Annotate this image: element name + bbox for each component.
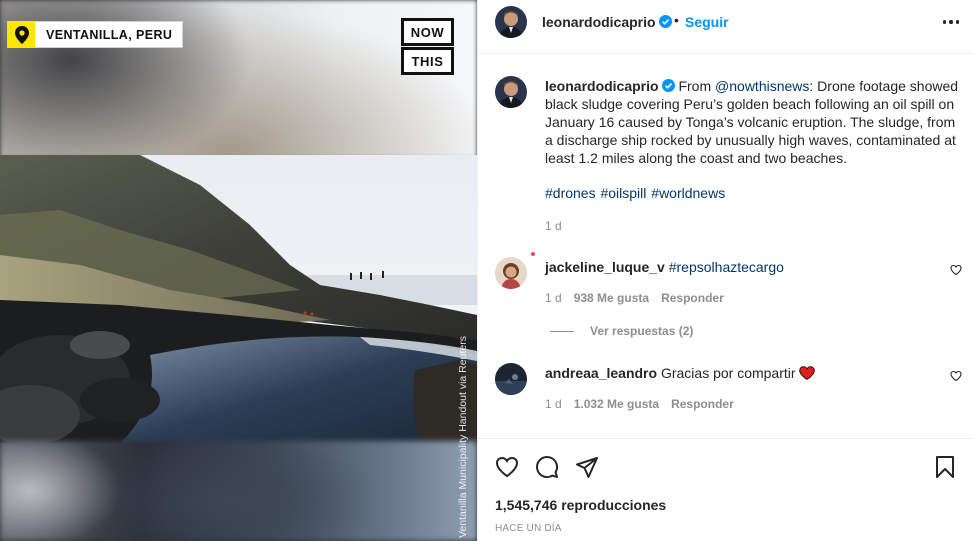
comment-text: Gracias por compartir xyxy=(660,365,796,381)
commenter-avatar[interactable] xyxy=(495,257,527,289)
author-username[interactable]: leonardodicaprio xyxy=(542,14,672,30)
caption-username[interactable]: leonardodicaprio xyxy=(545,78,659,94)
post-header: leonardodicaprio • Seguir xyxy=(478,0,973,54)
comment-likes[interactable]: 1.032 Me gusta xyxy=(574,397,659,411)
header-separator: • xyxy=(674,12,679,28)
views-label: reproducciones xyxy=(561,497,667,513)
video-blurred-fill-bottom xyxy=(0,441,477,541)
commenter-username[interactable]: andreaa_leandro xyxy=(545,365,657,381)
view-replies-label[interactable]: Ver respuestas (2) xyxy=(590,324,693,338)
comment-body: jackeline_luque_v #repsolhaztecargo xyxy=(545,259,784,275)
caption-text-prefix: From xyxy=(678,78,716,94)
nowthis-logo-line2: THIS xyxy=(401,47,454,75)
comment-like-heart-icon[interactable] xyxy=(950,264,962,276)
location-badge: VENTANILLA, PERU xyxy=(7,21,184,48)
red-heart-emoji xyxy=(799,366,816,380)
comment-like-heart-icon[interactable] xyxy=(950,370,962,382)
location-label: VENTANILLA, PERU xyxy=(46,27,173,42)
comment-hashtag-link[interactable]: #repsolhaztecargo xyxy=(669,259,784,275)
nowthis-logo: NOW THIS xyxy=(401,18,454,75)
follow-button[interactable]: Seguir xyxy=(685,14,729,30)
verified-badge-icon xyxy=(658,15,672,28)
caption-timestamp[interactable]: 1 d xyxy=(545,219,562,233)
comment-body: andreaa_leandro Gracias por compartir xyxy=(545,365,816,381)
commenter-avatar[interactable] xyxy=(495,363,527,395)
post-caption: leonardodicaprio From @nowthisnews: Dron… xyxy=(545,77,963,167)
share-paper-plane-icon[interactable] xyxy=(575,455,599,479)
comment-meta: 1 d 1.032 Me gusta Responder xyxy=(545,397,734,411)
comment-bubble-icon[interactable] xyxy=(535,455,559,479)
nowthis-logo-line1: NOW xyxy=(401,18,454,46)
save-bookmark-icon[interactable] xyxy=(933,455,957,479)
comment-reply-button[interactable]: Responder xyxy=(671,397,734,411)
video-credit: Ventanilla Municipality Handout via Reut… xyxy=(457,336,469,538)
comment-likes[interactable]: 938 Me gusta xyxy=(574,291,649,305)
post-viewer: VENTANILLA, PERU NOW THIS Ventanilla Mun… xyxy=(0,0,973,541)
comment-reply-button[interactable]: Responder xyxy=(661,291,724,305)
replies-divider-line xyxy=(550,330,574,332)
comment-timestamp[interactable]: 1 d xyxy=(545,397,562,411)
post-side-panel: leonardodicaprio • Seguir leonardodicapr… xyxy=(477,0,973,541)
comment-timestamp[interactable]: 1 d xyxy=(545,291,562,305)
drone-beach-scene xyxy=(0,155,477,443)
caption-hashtags[interactable]: #drones #oilspill #worldnews xyxy=(545,185,725,201)
view-replies-button[interactable]: Ver respuestas (2) xyxy=(550,324,693,338)
video-frame[interactable] xyxy=(0,155,477,443)
views-count: 1,545,746 reproducciones xyxy=(495,497,666,513)
views-number: 1,545,746 xyxy=(495,497,558,513)
story-ring-dot xyxy=(531,252,535,256)
commenter-username[interactable]: jackeline_luque_v xyxy=(545,259,665,275)
caption-mention-link[interactable]: @nowthisnews xyxy=(715,78,809,94)
like-heart-icon[interactable] xyxy=(495,455,519,479)
author-avatar[interactable] xyxy=(495,6,527,38)
location-pin-icon xyxy=(8,21,35,48)
verified-badge-icon xyxy=(661,79,675,92)
post-actions-bar: 1,545,746 reproducciones HACE UN DÍA xyxy=(478,438,973,541)
caption-author-avatar[interactable] xyxy=(495,76,527,108)
post-timestamp[interactable]: HACE UN DÍA xyxy=(495,523,562,534)
comment-meta: 1 d 938 Me gusta Responder xyxy=(545,291,724,305)
post-video[interactable]: VENTANILLA, PERU NOW THIS Ventanilla Mun… xyxy=(0,0,477,541)
author-username-text[interactable]: leonardodicaprio xyxy=(542,14,656,30)
more-options-icon[interactable] xyxy=(940,12,962,32)
